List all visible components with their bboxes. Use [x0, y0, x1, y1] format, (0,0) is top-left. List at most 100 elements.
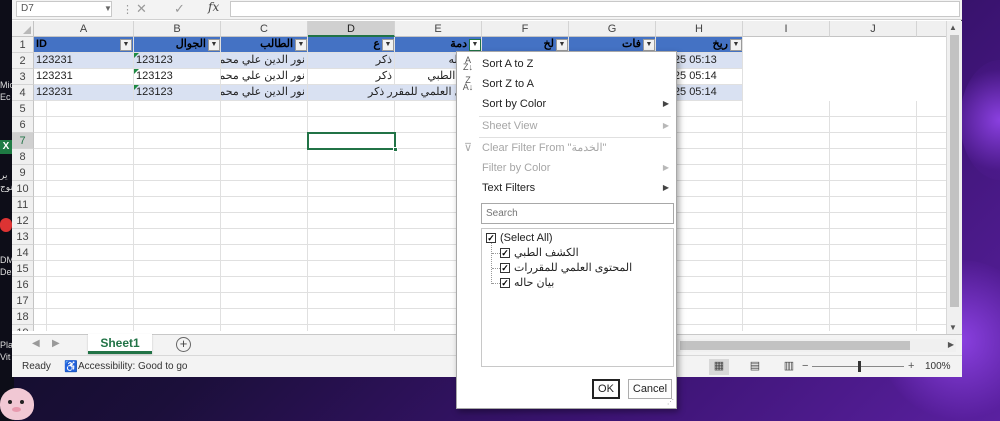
page-layout-icon[interactable]: ▤	[745, 359, 765, 375]
table-header-cell[interactable]: ع ▼	[308, 37, 395, 53]
row-header[interactable]: 12	[12, 213, 34, 229]
checkbox-checked-icon[interactable]: ✓	[486, 233, 496, 243]
column-header-b[interactable]: B	[134, 21, 221, 37]
formula-input[interactable]	[230, 1, 960, 17]
column-header-i[interactable]: I	[743, 21, 830, 37]
table-header-cell[interactable]: الجوال ▼	[134, 37, 221, 53]
row-header[interactable]: 11	[12, 197, 34, 213]
table-cell[interactable]: نور الدين علي محمد ع	[221, 53, 308, 69]
column-header-c[interactable]: C	[221, 21, 308, 37]
excel-app-icon[interactable]: X	[0, 140, 12, 154]
cancel-entry-icon[interactable]: ✕	[136, 1, 147, 17]
filter-dropdown-icon[interactable]: ▼	[556, 39, 568, 51]
column-header-k[interactable]	[917, 21, 947, 37]
table-cell[interactable]: 123123	[134, 53, 221, 69]
name-box[interactable]: D7	[16, 1, 112, 17]
select-all-corner[interactable]	[12, 21, 34, 37]
confirm-entry-icon[interactable]: ✓	[174, 1, 185, 17]
table-cell[interactable]: 123123	[134, 69, 221, 85]
row-header[interactable]: 5	[12, 101, 34, 117]
filter-dropdown-icon[interactable]: ▼	[295, 39, 307, 51]
row-header[interactable]: 19	[12, 325, 34, 331]
active-cell-d7[interactable]	[307, 132, 398, 152]
app-shortcut-icon[interactable]	[0, 218, 12, 232]
row-header[interactable]: 8	[12, 149, 34, 165]
zoom-in-icon[interactable]: +	[908, 360, 914, 372]
sort-by-color-item[interactable]: Sort by Color ▶	[457, 94, 676, 114]
checkbox-checked-icon[interactable]: ✓	[500, 278, 510, 288]
filter-values-list[interactable]: ✓ (Select All) ✓ الكشف الطبي ✓ المحتوى ا…	[481, 228, 674, 367]
normal-view-icon[interactable]: ▦	[709, 359, 729, 375]
filter-dropdown-icon[interactable]: ▼	[643, 39, 655, 51]
sheet-tab-sheet1[interactable]: Sheet1	[88, 334, 152, 354]
status-ready: Ready	[22, 361, 51, 372]
row-header[interactable]: 17	[12, 293, 34, 309]
filter-dropdown-icon[interactable]: ▼	[382, 39, 394, 51]
sort-z-to-a-item[interactable]: Z A↓ Sort Z to A	[457, 74, 676, 94]
header-label: لخ	[543, 38, 554, 50]
filter-dropdown-icon[interactable]: ▼	[469, 39, 481, 51]
column-header-a[interactable]: A	[34, 21, 134, 37]
table-cell[interactable]: ذكر	[308, 69, 395, 85]
row-header[interactable]: 14	[12, 245, 34, 261]
cancel-button[interactable]: Cancel	[628, 379, 672, 399]
insert-function-icon[interactable]: fx	[208, 0, 219, 14]
scroll-up-icon[interactable]: ▲	[949, 23, 957, 32]
filter-dropdown-icon[interactable]: ▼	[120, 39, 132, 51]
column-header-j[interactable]: J	[830, 21, 917, 37]
page-break-preview-icon[interactable]: ▥	[779, 359, 799, 375]
clear-filter-item: ⊽ Clear Filter From "الخدمة"	[457, 138, 676, 158]
horizontal-scroll-thumb[interactable]	[680, 341, 910, 350]
filter-dropdown-icon[interactable]: ▼	[730, 39, 742, 51]
vertical-scroll-thumb[interactable]	[950, 35, 959, 307]
row-header[interactable]: 7	[12, 133, 34, 149]
table-cell[interactable]: 123231	[34, 69, 134, 85]
zoom-out-icon[interactable]: −	[802, 360, 808, 372]
table-cell[interactable]: 123123	[134, 85, 221, 101]
table-cell[interactable]: ذكر	[308, 53, 395, 69]
zoom-slider-thumb[interactable]	[858, 361, 861, 372]
scroll-right-icon[interactable]: ▶	[948, 340, 954, 349]
checkbox-checked-icon[interactable]: ✓	[500, 248, 510, 258]
tree-connector	[492, 253, 500, 254]
row-header[interactable]: 1	[12, 37, 34, 53]
column-header-h[interactable]: H	[656, 21, 743, 37]
fill-handle[interactable]	[393, 147, 398, 152]
table-cell[interactable]: 123231	[34, 85, 134, 101]
add-sheet-icon[interactable]: +	[176, 337, 191, 352]
row-header[interactable]: 6	[12, 117, 34, 133]
menu-label: Sort Z to A	[482, 78, 534, 90]
column-header-e[interactable]: E	[395, 21, 482, 37]
table-cell[interactable]: نور الدين علي محمد ع	[221, 85, 308, 101]
resize-grip-icon[interactable]: ⋰	[667, 398, 674, 406]
column-header-g[interactable]: G	[569, 21, 656, 37]
horizontal-scrollbar[interactable]: ▶	[676, 339, 956, 352]
chevron-down-icon[interactable]: ▼	[104, 4, 112, 13]
row-header[interactable]: 9	[12, 165, 34, 181]
table-header-cell[interactable]: الطالب ▼	[221, 37, 308, 53]
next-sheet-icon[interactable]: ▶	[52, 338, 60, 349]
column-header-f[interactable]: F	[482, 21, 569, 37]
row-header[interactable]: 2	[12, 53, 34, 69]
scroll-down-icon[interactable]: ▼	[949, 323, 957, 332]
zoom-percentage[interactable]: 100%	[925, 361, 951, 372]
filter-search-input[interactable]	[481, 203, 674, 224]
table-cell[interactable]: 123231	[34, 53, 134, 69]
row-header[interactable]: 3	[12, 69, 34, 85]
row-header[interactable]: 4	[12, 85, 34, 101]
table-cell[interactable]: نور الدين علي محمد ع	[221, 69, 308, 85]
column-header-d[interactable]: D	[308, 21, 395, 37]
row-header[interactable]: 15	[12, 261, 34, 277]
filter-dropdown-icon[interactable]: ▼	[208, 39, 220, 51]
row-header[interactable]: 18	[12, 309, 34, 325]
row-header[interactable]: 10	[12, 181, 34, 197]
row-header[interactable]: 13	[12, 229, 34, 245]
checkbox-checked-icon[interactable]: ✓	[500, 263, 510, 273]
row-header[interactable]: 16	[12, 277, 34, 293]
table-header-cell[interactable]: ID ▼	[34, 37, 134, 53]
ok-button[interactable]: OK	[592, 379, 620, 399]
text-filters-item[interactable]: Text Filters ▶	[457, 178, 676, 198]
prev-sheet-icon[interactable]: ◀	[32, 338, 40, 349]
vertical-scrollbar[interactable]: ▲ ▼	[946, 21, 962, 337]
sort-a-to-z-item[interactable]: A Z↓ Sort A to Z	[457, 54, 676, 74]
